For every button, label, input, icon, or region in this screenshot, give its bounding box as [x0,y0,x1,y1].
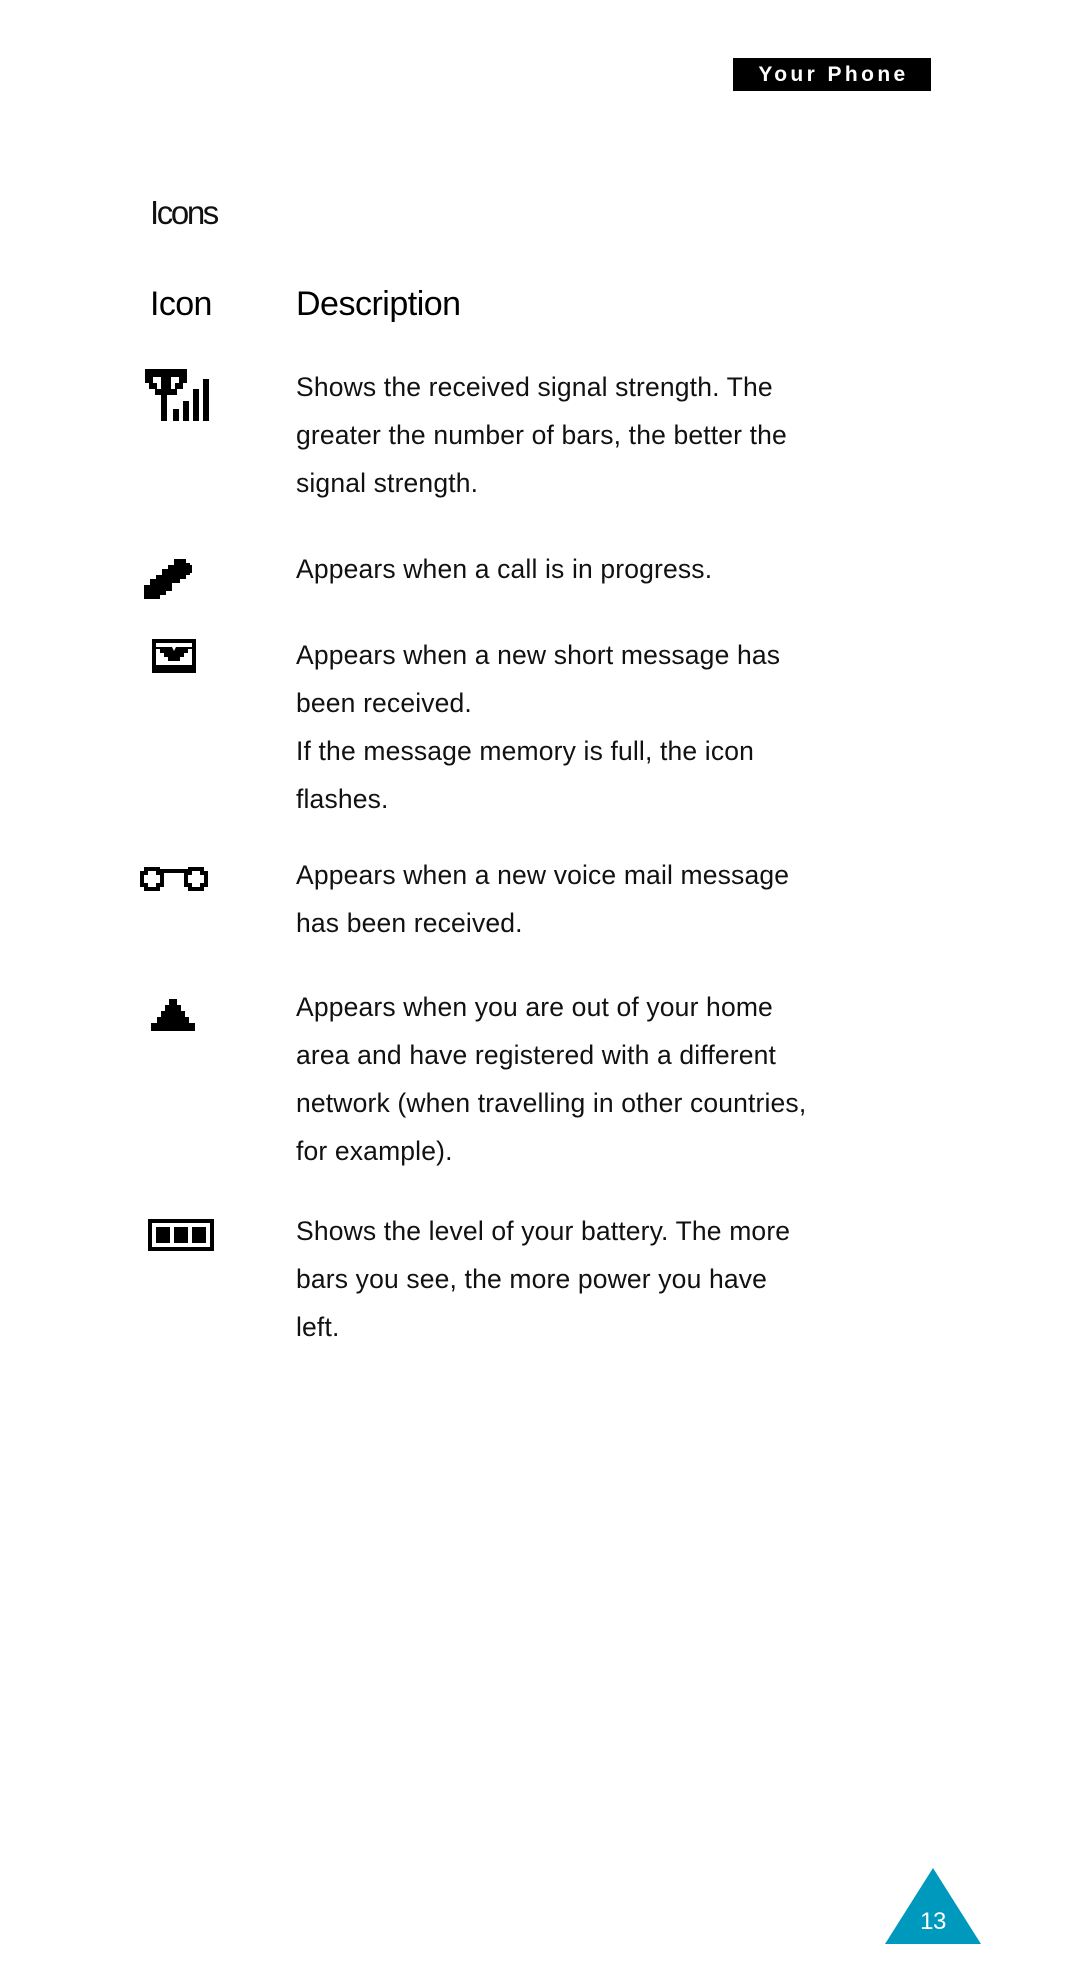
description-line: has been received. [296,908,523,938]
table-body: Shows the received signal strength. The … [0,363,1080,1351]
description-cell: Appears when a new voice mail message ha… [296,851,1080,947]
description-cell: Shows the received signal strength. The … [296,363,1080,507]
icon-cell [0,1207,296,1253]
description-line: area and have registered with a differen… [296,1040,777,1070]
table-row: Appears when you are out of your home ar… [0,983,1080,1175]
signal-strength-icon [145,369,209,421]
description-line: Appears when a new voice mail message [296,860,790,890]
description-line: Appears when a call is in progress. [296,554,713,584]
description-line: for example). [296,1136,453,1166]
new-short-message-icon [152,639,196,673]
table-row: Shows the level of your battery. The mor… [0,1207,1080,1351]
icon-cell [0,851,296,899]
running-head-tab: Your Phone [733,58,931,91]
description-line: been received. [296,688,472,718]
table-row: Shows the received signal strength. The … [0,363,1080,507]
roaming-icon [151,999,195,1031]
running-head-label: Your Phone [758,62,909,86]
column-header-description: Description [296,285,461,323]
page-title: Icons [150,194,219,231]
description-line: If the message memory is full, the icon [296,736,755,766]
description-cell: Appears when you are out of your home ar… [296,983,1080,1175]
table-row: Appears when a call is in progress. [0,545,1080,601]
description-line: greater the number of bars, the better t… [296,420,787,450]
table-row: Appears when a new short message has bee… [0,631,1080,823]
page-number: 13 [920,1908,946,1935]
icon-cell [0,983,296,1033]
description-line: signal strength. [296,468,479,498]
description-line: Appears when a new short message has [296,640,781,670]
table-row: Appears when a new voice mail message ha… [0,851,1080,947]
call-in-progress-icon [144,559,192,599]
description-line: Shows the received signal strength. The [296,372,773,402]
icon-cell [0,363,296,421]
icon-cell [0,545,296,601]
page-number-badge: 13 [885,1868,981,1944]
description-line: Appears when you are out of your home [296,992,773,1022]
battery-level-icon [148,1219,214,1251]
description-cell: Appears when a new short message has bee… [296,631,1080,823]
description-line: Shows the level of your battery. The mor… [296,1216,791,1246]
description-line: bars you see, the more power you have [296,1264,768,1294]
table-header-row: Icon Description [0,285,1080,355]
icon-cell [0,631,296,673]
column-header-icon: Icon [150,285,212,323]
description-cell: Appears when a call is in progress. [296,545,1080,593]
description-line: flashes. [296,784,389,814]
description-line: left. [296,1312,340,1342]
description-cell: Shows the level of your battery. The mor… [296,1207,1080,1351]
icons-table: Icon Description Shows the received sign… [0,285,1080,1385]
description-line: network (when travelling in other countr… [296,1088,807,1118]
voice-mail-icon [140,867,208,891]
